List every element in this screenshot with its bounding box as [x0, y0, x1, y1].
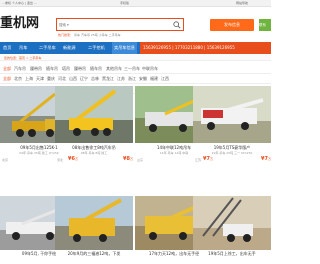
listing-title[interactable]: 19年5月上徐工，出车无手 — [193, 251, 271, 257]
listing-location: 山东 — [137, 158, 144, 162]
filter-option[interactable]: 履带吊 — [30, 66, 42, 72]
listing-location: 河北 — [57, 158, 64, 162]
filter-option[interactable]: 随车吊 — [46, 66, 58, 72]
filter-option[interactable]: 辽宁 — [80, 76, 88, 82]
main-nav: 首页 吊车 二手吊车 新能源 二手挖机 卖吊车信息 15639126955 | … — [0, 42, 271, 54]
filter-option[interactable]: 上海 — [25, 76, 33, 82]
filter-option[interactable]: 北京 — [14, 76, 22, 82]
publish-button[interactable]: 发布信息 — [210, 19, 254, 31]
filter-option[interactable]: 中联吊车 — [142, 66, 158, 72]
filter-option[interactable]: 江西 — [161, 76, 169, 82]
site-logo[interactable]: 重机网 — [0, 12, 39, 31]
nav-item-crane[interactable]: 吊车 — [19, 42, 27, 54]
listing-card[interactable]: 20年9月的三福液12吨，下发 — [55, 196, 133, 256]
filter-option[interactable]: 安徽 — [139, 76, 147, 82]
breadcrumb: 您的位置：首页 > 二手吊车 — [0, 55, 271, 61]
contact-button[interactable]: 联系 — [259, 19, 271, 31]
top-bar: …重机 个人中心 | 退出 … 手机版 网站导航 — [0, 0, 271, 7]
topbar-user-links[interactable]: …重机 个人中心 | 退出 … — [2, 1, 37, 5]
topbar-mobile-link[interactable]: 手机版 — [120, 1, 129, 5]
listing-card[interactable]: 19年5月上徐工，出车无手 — [193, 196, 271, 256]
nav-item-used-excavator[interactable]: 二手挖机 — [88, 42, 105, 54]
search-icon[interactable] — [173, 21, 181, 29]
search-input[interactable] — [59, 21, 169, 29]
filter-option[interactable]: 河北 — [58, 76, 66, 82]
listing-card[interactable]: 19年5月TS豪华版产 19年 吊车 25吨 三一 STC250 江苏 ¥7万 — [193, 86, 271, 173]
listing-photo[interactable] — [193, 196, 271, 250]
topbar-site-nav[interactable]: 网站导航 — [236, 1, 248, 5]
filter-option[interactable]: 福建 — [150, 76, 158, 82]
filter-option[interactable]: 塔吊 — [62, 66, 70, 72]
filter-option[interactable]: 江苏 — [117, 76, 125, 82]
filter-option[interactable]: 全部 — [3, 76, 11, 82]
listing-meta: 19年 吊车 25吨 三一 STC250 — [211, 151, 253, 155]
listing-location: 北京 — [2, 158, 9, 162]
filter-option[interactable]: 三一吊车 — [124, 66, 140, 72]
hot-search-label: 热门搜索： — [58, 33, 74, 37]
search-box — [56, 18, 184, 31]
nav-item-sell-info[interactable]: 卖吊车信息 — [112, 42, 137, 54]
filter-option[interactable]: 天津 — [36, 76, 44, 82]
nav-item-new-energy[interactable]: 新能源 — [63, 42, 76, 54]
listing-photo[interactable] — [55, 196, 133, 250]
listing-meta: 08年 吊车 8吨 徐工 — [80, 151, 108, 155]
nav-item-home[interactable]: 首页 — [3, 42, 11, 54]
listing-card[interactable]: 08年出售徐工8吨汽车吊 08年 吊车 8吨 徐工 河北 ¥8万 — [55, 86, 133, 173]
listing-photo[interactable] — [193, 86, 271, 143]
hot-search-words[interactable]: 吊车 汽车吊 25吨 小吊车 二手吊车 — [74, 33, 121, 37]
filter-row-region-1: 全部 北京 上海 天津 重庆 河北 山西 辽宁 吉林 黑龙江 江苏 浙江 安徽 … — [0, 73, 271, 83]
filter-option[interactable]: 履带吊 — [74, 66, 86, 72]
price-unit: 万 — [129, 157, 133, 161]
listing-price: ¥8万 — [123, 156, 133, 162]
filter-option[interactable]: 汽车吊 — [14, 66, 26, 72]
filter-option[interactable]: 重庆 — [47, 76, 55, 82]
filter-option[interactable]: 其他吊车 — [106, 66, 122, 72]
filter-option[interactable]: 浙江 — [128, 76, 136, 82]
listing-price: ¥7万 — [261, 156, 271, 162]
nav-item-used-crane[interactable]: 二手吊车 — [39, 42, 56, 54]
filter-option[interactable]: 全部 — [3, 66, 11, 72]
price-unit: 万 — [267, 157, 271, 161]
filter-option[interactable]: 吉林 — [91, 76, 99, 82]
filter-option[interactable]: 随车吊 — [90, 66, 102, 72]
filter-row-type: 全部 汽车吊 履带吊 随车吊 塔吊 履带吊 随车吊 其他吊车 三一吊车 中联吊车 — [0, 63, 271, 73]
breadcrumb-text[interactable]: 您的位置：首页 > 二手吊车 — [4, 56, 41, 60]
nav-phone-numbers: 15639126955 | 17703211880 | 15639126955 — [143, 45, 235, 50]
hot-search: 热门搜索： 吊车 汽车吊 25吨 小吊车 二手吊车 — [58, 33, 121, 37]
filter-option[interactable]: 山西 — [69, 76, 77, 82]
nav-phone-box: 15639126955 | 17703211880 | 15639126955 — [140, 42, 271, 54]
listing-title[interactable]: 20年9月的三福液12吨，下发 — [55, 251, 133, 257]
listing-photo[interactable] — [55, 86, 133, 143]
filter-option[interactable]: 黑龙江 — [102, 76, 114, 82]
listing-location: 江苏 — [195, 158, 202, 162]
